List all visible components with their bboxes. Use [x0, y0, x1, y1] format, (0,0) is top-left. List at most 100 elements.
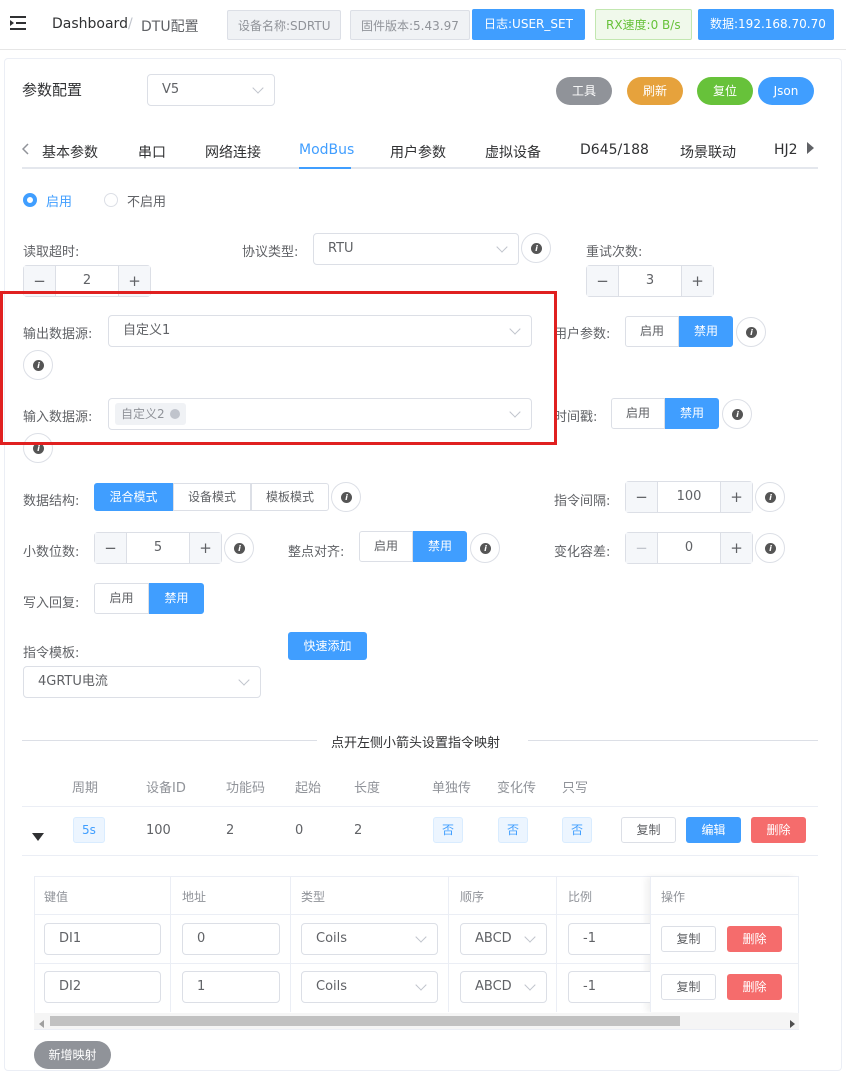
cmd-template-select[interactable]: 4GRTU电流: [23, 666, 261, 698]
decrement-button[interactable]: −: [587, 266, 619, 296]
log-button[interactable]: 日志:USER_SET: [472, 9, 585, 40]
change-tolerance-info-icon[interactable]: i: [755, 533, 785, 563]
cmd-interval-stepper[interactable]: − 100 +: [625, 481, 753, 513]
tab-scene[interactable]: 场景联动: [680, 142, 736, 162]
hour-align-enable[interactable]: 启用: [359, 531, 413, 562]
order-select[interactable]: ABCD: [460, 971, 547, 1003]
write-reply-disable[interactable]: 禁用: [149, 583, 204, 614]
decimals-stepper[interactable]: − 5 +: [94, 532, 222, 564]
scrollbar-thumb[interactable]: [50, 1016, 680, 1026]
tools-button[interactable]: 工具: [556, 77, 612, 105]
user-param-enable[interactable]: 启用: [625, 316, 679, 347]
menu-fold-icon[interactable]: [10, 14, 28, 32]
protocol-select[interactable]: RTU: [313, 233, 519, 265]
version-select[interactable]: V5: [147, 74, 275, 106]
quick-add-button[interactable]: 快速添加: [288, 632, 367, 660]
retries-label: 重试次数:: [586, 245, 643, 260]
add-mapping-button[interactable]: 新增映射: [34, 1041, 111, 1069]
json-button[interactable]: Json: [758, 77, 814, 105]
hour-align-info-icon[interactable]: i: [470, 533, 500, 563]
write-reply-enable[interactable]: 启用: [94, 583, 149, 614]
protocol-label: 协议类型:: [242, 245, 299, 260]
data-structure-device[interactable]: 设备模式: [173, 483, 251, 511]
mapping-copy-button[interactable]: 复制: [661, 974, 716, 1000]
mapping-delete-button[interactable]: 删除: [727, 926, 782, 952]
th-single: 单独传: [432, 781, 472, 796]
address-input[interactable]: 1: [182, 971, 280, 1003]
mapping-delete-button[interactable]: 删除: [727, 974, 782, 1000]
tab-user-params[interactable]: 用户参数: [390, 142, 446, 162]
increment-button[interactable]: +: [189, 533, 221, 563]
ratio-input[interactable]: -1: [568, 923, 650, 955]
order-select[interactable]: ABCD: [460, 923, 547, 955]
timestamp-disable[interactable]: 禁用: [665, 398, 719, 429]
write-only-tag: 否: [562, 817, 593, 843]
delete-button[interactable]: 删除: [751, 817, 806, 843]
refresh-button[interactable]: 刷新: [627, 77, 683, 105]
data-button[interactable]: 数据:192.168.70.70: [698, 9, 834, 40]
radio-disable-label: 不启用: [127, 195, 167, 210]
key-input[interactable]: DI1: [44, 923, 161, 955]
th-device-id: 设备ID: [146, 781, 186, 796]
cmd-interval-info-icon[interactable]: i: [755, 482, 785, 512]
decrement-button[interactable]: −: [95, 533, 127, 563]
increment-button[interactable]: +: [720, 482, 752, 512]
hour-align-disable[interactable]: 禁用: [413, 531, 467, 562]
chevron-down-icon: [238, 674, 250, 686]
tab-hj2[interactable]: HJ2: [774, 142, 798, 158]
protocol-info-icon[interactable]: i: [521, 233, 551, 263]
mapping-copy-button[interactable]: 复制: [661, 926, 716, 952]
tab-next-icon[interactable]: [806, 142, 814, 154]
radio-disable[interactable]: [104, 193, 118, 207]
th-start: 起始: [295, 781, 322, 796]
change-tolerance-stepper[interactable]: − 0 +: [625, 532, 753, 564]
breadcrumb-current: DTU配置: [141, 19, 199, 35]
tab-modbus[interactable]: ModBus: [299, 142, 354, 158]
edit-button[interactable]: 编辑: [686, 817, 741, 843]
tab-serial[interactable]: 串口: [138, 142, 166, 162]
retries-value: 3: [645, 273, 655, 288]
tab-d645[interactable]: D645/188: [580, 142, 649, 158]
data-structure-template[interactable]: 模板模式: [251, 483, 329, 511]
firmware-tag: 固件版本:5.43.97: [350, 10, 470, 40]
chevron-down-icon: [496, 241, 508, 253]
tab-basic[interactable]: 基本参数: [42, 142, 98, 162]
timestamp-info-icon[interactable]: i: [722, 399, 752, 429]
type-select[interactable]: Coils: [301, 971, 438, 1003]
data-structure-mixed[interactable]: 混合模式: [94, 483, 173, 511]
decrement-button[interactable]: −: [626, 482, 658, 512]
timestamp-enable[interactable]: 启用: [611, 398, 665, 429]
increment-button[interactable]: +: [681, 266, 713, 296]
scroll-left-icon[interactable]: [38, 1017, 46, 1028]
address-input[interactable]: 0: [182, 923, 280, 955]
tab-network[interactable]: 网络连接: [205, 142, 261, 162]
expand-caret-icon[interactable]: [32, 831, 44, 841]
key-input[interactable]: DI2: [44, 971, 161, 1003]
type-select[interactable]: Coils: [301, 923, 438, 955]
divider-left: [22, 740, 317, 741]
tab-line: [22, 167, 818, 169]
breadcrumb-separator: /: [128, 16, 133, 32]
reset-button[interactable]: 复位: [697, 77, 753, 105]
user-param-info-icon[interactable]: i: [736, 317, 766, 347]
retries-stepper[interactable]: − 3 +: [586, 265, 714, 297]
decimals-info-icon[interactable]: i: [224, 533, 254, 563]
user-param-disable[interactable]: 禁用: [679, 316, 733, 347]
increment-button[interactable]: +: [720, 533, 752, 563]
breadcrumb-home[interactable]: Dashboard: [52, 16, 128, 32]
read-timeout-label: 读取超时:: [23, 245, 80, 260]
scroll-right-icon[interactable]: [788, 1017, 796, 1028]
mth-address: 地址: [182, 890, 207, 904]
ratio-input[interactable]: -1: [568, 971, 650, 1003]
tab-virtual-device[interactable]: 虚拟设备: [485, 142, 541, 162]
copy-button[interactable]: 复制: [621, 817, 676, 843]
decrement-button[interactable]: −: [626, 533, 658, 563]
device-id-cell: 100: [146, 823, 171, 838]
data-structure-info-icon[interactable]: i: [331, 482, 361, 512]
th-func-code: 功能码: [226, 781, 266, 796]
radio-enable[interactable]: [23, 193, 37, 207]
hour-align-label: 整点对齐:: [288, 545, 345, 560]
th-change: 变化传: [497, 781, 537, 796]
chevron-down-icon: [252, 82, 264, 94]
tab-prev-icon[interactable]: [21, 143, 30, 155]
